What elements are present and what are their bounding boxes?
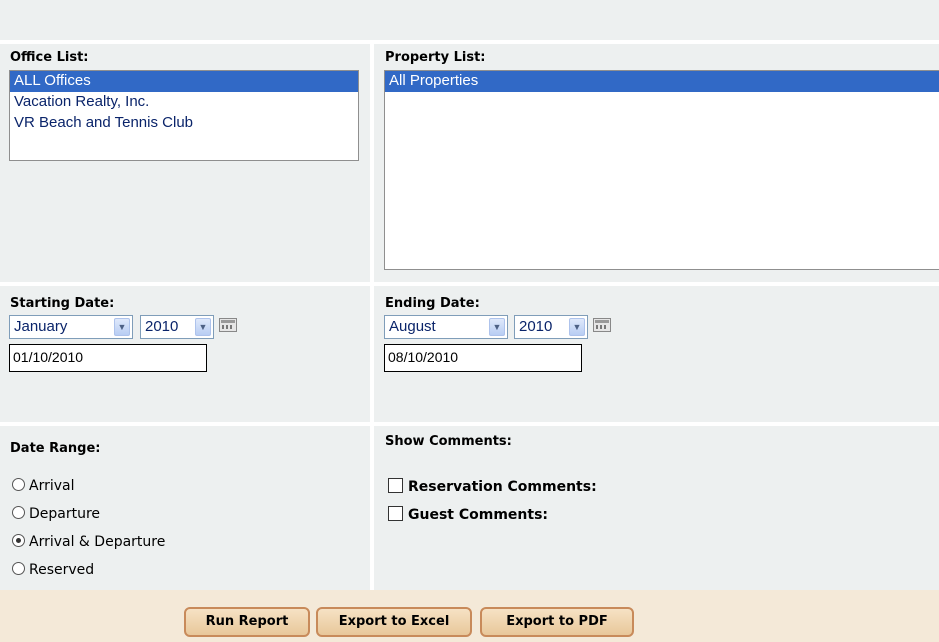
end-month-value: August xyxy=(389,318,436,335)
export-pdf-button[interactable]: Export to PDF xyxy=(480,607,634,637)
checkbox-guest-comments[interactable]: Guest Comments: xyxy=(388,506,548,526)
radio-label: Reserved xyxy=(29,562,95,578)
starting-date-label: Starting Date: xyxy=(10,296,115,311)
top-band xyxy=(0,0,939,40)
office-listbox[interactable]: ALL Offices Vacation Realty, Inc. VR Bea… xyxy=(9,70,359,161)
property-option[interactable]: All Properties xyxy=(385,71,939,92)
office-option[interactable]: ALL Offices xyxy=(10,71,358,92)
radio-button[interactable] xyxy=(12,506,25,519)
start-year-select[interactable]: 2010 ▼ xyxy=(140,315,214,339)
radio-arrival[interactable]: Arrival xyxy=(12,478,75,498)
chevron-down-icon: ▼ xyxy=(195,318,211,336)
checkbox-reservation-comments[interactable]: Reservation Comments: xyxy=(388,478,597,498)
export-excel-button[interactable]: Export to Excel xyxy=(316,607,472,637)
checkbox-label: Reservation Comments: xyxy=(408,479,597,495)
property-list-label: Property List: xyxy=(385,50,486,65)
radio-label: Arrival & Departure xyxy=(29,534,166,550)
end-year-select[interactable]: 2010 ▼ xyxy=(514,315,588,339)
checkbox-label: Guest Comments: xyxy=(408,507,549,523)
date-range-label: Date Range: xyxy=(10,441,101,456)
radio-button[interactable] xyxy=(12,562,25,575)
chevron-down-icon: ▼ xyxy=(489,318,505,336)
start-year-value: 2010 xyxy=(145,318,179,335)
radio-label: Departure xyxy=(29,506,101,522)
radio-button[interactable] xyxy=(12,478,25,491)
ending-date-label: Ending Date: xyxy=(385,296,480,311)
end-month-select[interactable]: August ▼ xyxy=(384,315,508,339)
property-listbox[interactable]: All Properties xyxy=(384,70,939,270)
radio-button-selected[interactable] xyxy=(12,534,25,547)
checkbox[interactable] xyxy=(388,506,403,521)
office-list-label: Office List: xyxy=(10,50,89,65)
start-date-input[interactable]: 01/10/2010 xyxy=(9,344,207,372)
office-option[interactable]: Vacation Realty, Inc. xyxy=(10,92,358,113)
radio-label: Arrival xyxy=(29,478,75,494)
radio-reserved[interactable]: Reserved xyxy=(12,562,94,582)
radio-departure[interactable]: Departure xyxy=(12,506,100,526)
end-date-input[interactable]: 08/10/2010 xyxy=(384,344,582,372)
chevron-down-icon: ▼ xyxy=(114,318,130,336)
radio-arrival-departure[interactable]: Arrival & Departure xyxy=(12,534,165,554)
start-month-select[interactable]: January ▼ xyxy=(9,315,133,339)
calendar-icon[interactable] xyxy=(593,318,611,332)
end-year-value: 2010 xyxy=(519,318,553,335)
checkbox[interactable] xyxy=(388,478,403,493)
start-month-value: January xyxy=(14,318,68,335)
chevron-down-icon: ▼ xyxy=(569,318,585,336)
run-report-button[interactable]: Run Report xyxy=(184,607,310,637)
office-option[interactable]: VR Beach and Tennis Club xyxy=(10,113,358,134)
show-comments-label: Show Comments: xyxy=(385,434,512,449)
calendar-icon[interactable] xyxy=(219,318,237,332)
